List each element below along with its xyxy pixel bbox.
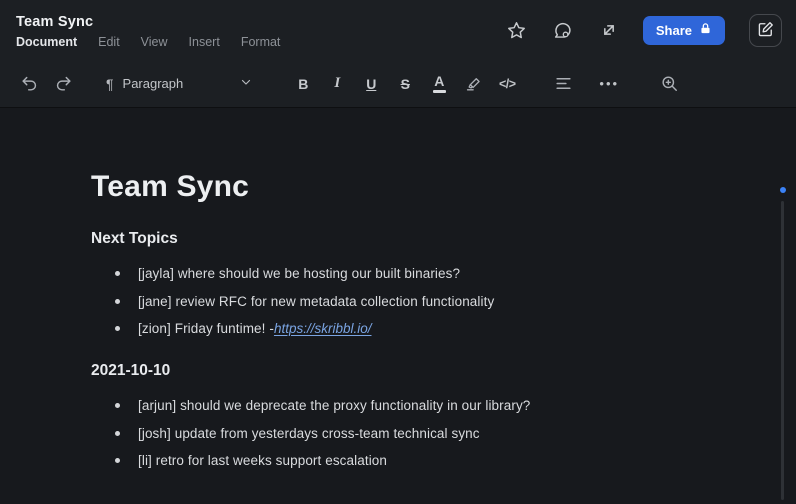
italic-button[interactable]: I: [320, 68, 354, 100]
align-button[interactable]: [546, 68, 580, 100]
underline-button[interactable]: U: [354, 68, 388, 100]
text-color-letter: A: [434, 74, 444, 88]
more-dots-icon: •••: [599, 76, 619, 91]
document-section: Next Topics [jayla] where should we be ho…: [91, 230, 706, 336]
list-item: [jayla] where should we be hosting our b…: [91, 266, 706, 281]
bullet-icon: [115, 299, 120, 304]
menu-item-edit[interactable]: Edit: [98, 35, 120, 49]
list-item-text: [jayla] where should we be hosting our b…: [138, 266, 460, 281]
page-title: Team Sync: [91, 170, 706, 204]
document-link[interactable]: https://skribbl.io/: [274, 321, 372, 336]
chevron-down-icon: [240, 76, 252, 91]
share-button-label: Share: [656, 23, 692, 38]
lock-icon: [699, 22, 712, 38]
strikethrough-icon: S: [401, 76, 410, 92]
favorite-button[interactable]: [499, 12, 535, 48]
compose-button[interactable]: [749, 14, 782, 47]
document-section: 2021-10-10 [arjun] should we deprecate th…: [91, 362, 706, 468]
align-left-icon: [554, 74, 573, 93]
undo-icon: [20, 74, 39, 93]
bullet-icon: [115, 326, 120, 331]
list-item: [jane] review RFC for new metadata colle…: [91, 294, 706, 309]
bullet-icon: [115, 431, 120, 436]
comment-bubble-icon: [552, 20, 573, 41]
list-item-text: [arjun] should we deprecate the proxy fu…: [138, 398, 530, 413]
presence-indicator-dot: [780, 187, 786, 193]
document-sections: Next Topics [jayla] where should we be ho…: [91, 230, 706, 468]
menu-item-format[interactable]: Format: [241, 35, 281, 49]
menu-item-document[interactable]: Document: [16, 35, 77, 49]
list-item: [zion] Friday funtime! - https://skribbl…: [91, 321, 706, 336]
document-title: Team Sync: [16, 14, 280, 30]
paragraph-style-label: Paragraph: [123, 76, 184, 91]
menu-bar: Document Edit View Insert Format: [16, 35, 280, 49]
comments-button[interactable]: [545, 12, 581, 48]
list-item-text: [josh] update from yesterdays cross-team…: [138, 426, 480, 441]
redo-icon: [54, 74, 73, 93]
code-button[interactable]: </>: [490, 68, 524, 100]
paragraph-style-dropdown[interactable]: ¶ Paragraph: [98, 68, 262, 100]
list-item: [josh] update from yesterdays cross-team…: [91, 426, 706, 441]
section-heading: Next Topics: [91, 230, 706, 248]
underline-icon: U: [366, 76, 376, 92]
bold-button[interactable]: B: [286, 68, 320, 100]
diagonal-arrow-icon: [599, 20, 619, 40]
list-item-text: [jane] review RFC for new metadata colle…: [138, 294, 494, 309]
highlight-button[interactable]: [456, 68, 490, 100]
bullet-icon: [115, 403, 120, 408]
list-item-text: [li] retro for last weeks support escala…: [138, 453, 387, 468]
zoom-button[interactable]: [652, 68, 686, 100]
header-actions: Share: [499, 12, 782, 48]
highlighter-icon: [464, 74, 483, 93]
scrollbar[interactable]: [781, 201, 784, 500]
header-left: Team Sync Document Edit View Insert Form…: [16, 12, 280, 49]
bullet-icon: [115, 271, 120, 276]
menu-item-view[interactable]: View: [141, 35, 168, 49]
text-color-icon: A: [433, 74, 446, 93]
text-color-button[interactable]: A: [422, 68, 456, 100]
compose-pencil-icon: [757, 20, 775, 41]
strikethrough-button[interactable]: S: [388, 68, 422, 100]
menu-item-insert[interactable]: Insert: [189, 35, 220, 49]
text-color-bar: [433, 90, 446, 93]
bullet-list: [arjun] should we deprecate the proxy fu…: [91, 398, 706, 468]
list-item: [arjun] should we deprecate the proxy fu…: [91, 398, 706, 413]
undo-button[interactable]: [12, 68, 46, 100]
zoom-in-icon: [660, 74, 679, 93]
app-header: Team Sync Document Edit View Insert Form…: [0, 0, 796, 60]
bold-icon: B: [298, 76, 308, 92]
section-heading: 2021-10-10: [91, 362, 706, 380]
more-options-button[interactable]: •••: [592, 68, 626, 100]
formatting-toolbar: ¶ Paragraph B I U S A </>: [0, 60, 796, 108]
share-button[interactable]: Share: [643, 16, 725, 45]
italic-icon: I: [334, 75, 340, 92]
document-canvas[interactable]: Team Sync Next Topics [jayla] where shoul…: [0, 108, 796, 503]
bullet-icon: [115, 458, 120, 463]
paragraph-icon: ¶: [106, 76, 114, 92]
bullet-list: [jayla] where should we be hosting our b…: [91, 266, 706, 336]
redo-button[interactable]: [46, 68, 80, 100]
code-icon: </>: [499, 77, 516, 91]
list-item: [li] retro for last weeks support escala…: [91, 453, 706, 468]
star-icon: [506, 20, 527, 41]
expand-button[interactable]: [591, 12, 627, 48]
list-item-text: [zion] Friday funtime! -: [138, 321, 274, 336]
